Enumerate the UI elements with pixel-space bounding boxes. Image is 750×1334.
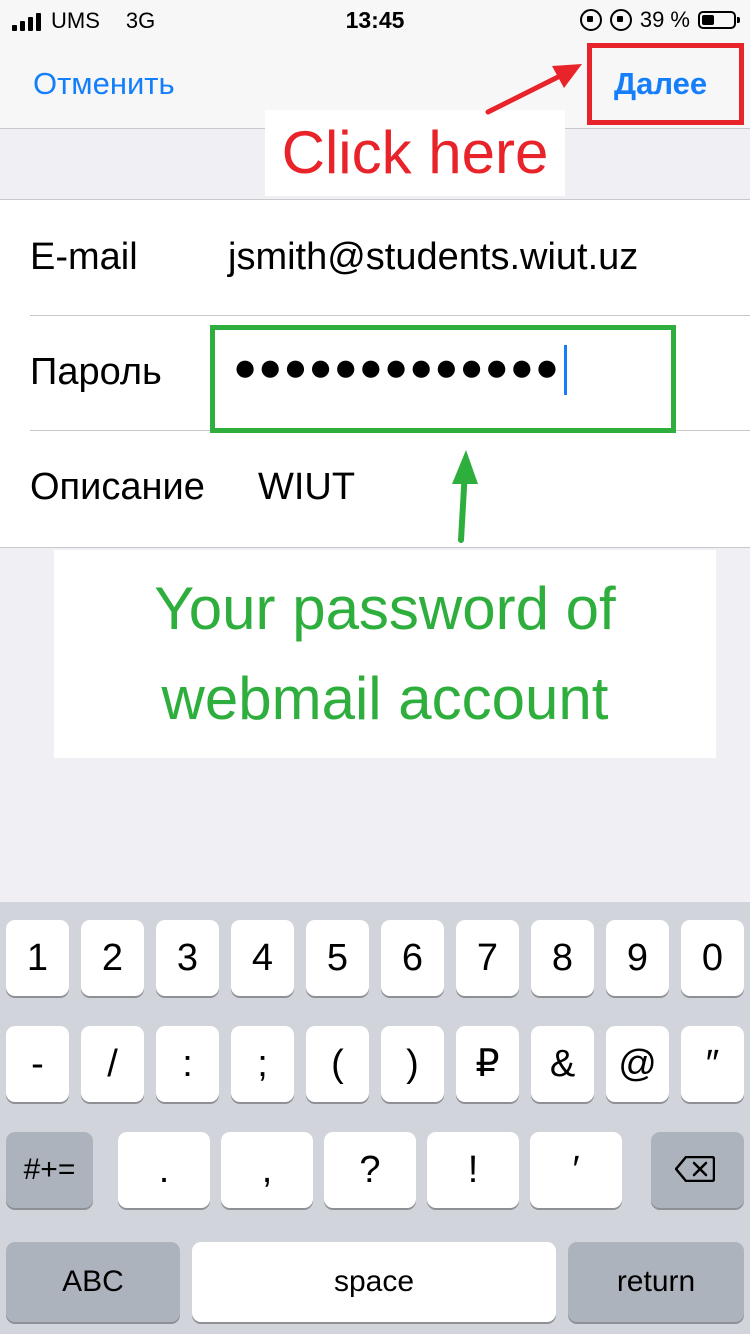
email-row: E-mail jsmith@students.wiut.uz: [30, 200, 750, 316]
cancel-button[interactable]: Отменить: [33, 66, 175, 102]
key-punct-0[interactable]: .: [118, 1132, 210, 1208]
key-symbol-2[interactable]: :: [156, 1026, 219, 1102]
backspace-key[interactable]: [651, 1132, 744, 1208]
password-hint-line2: webmail account: [161, 665, 609, 732]
password-highlight-box: [210, 325, 676, 433]
return-key[interactable]: return: [568, 1242, 744, 1322]
key-digit-0[interactable]: 1: [6, 920, 69, 996]
key-symbol-5[interactable]: ): [381, 1026, 444, 1102]
key-digit-7[interactable]: 8: [531, 920, 594, 996]
password-hint-line1: Your password of: [154, 575, 616, 642]
email-label: E-mail: [30, 236, 138, 278]
key-symbol-4[interactable]: (: [306, 1026, 369, 1102]
key-symbol-3[interactable]: ;: [231, 1026, 294, 1102]
key-digit-4[interactable]: 5: [306, 920, 369, 996]
abc-mode-key[interactable]: ABC: [6, 1242, 180, 1322]
click-here-callout: Click here: [265, 110, 565, 196]
key-punct-3[interactable]: !: [427, 1132, 519, 1208]
key-digit-9[interactable]: 0: [681, 920, 744, 996]
key-symbol-0[interactable]: -: [6, 1026, 69, 1102]
email-field[interactable]: jsmith@students.wiut.uz: [228, 236, 638, 279]
key-digit-1[interactable]: 2: [81, 920, 144, 996]
description-field[interactable]: WIUT: [258, 466, 355, 509]
key-punct-4[interactable]: ′: [530, 1132, 622, 1208]
alarm-icon: [609, 9, 632, 31]
key-symbol-7[interactable]: &: [531, 1026, 594, 1102]
key-digit-6[interactable]: 7: [456, 920, 519, 996]
next-highlight-box: [587, 43, 744, 125]
backspace-icon: [675, 1156, 715, 1182]
key-digit-5[interactable]: 6: [381, 920, 444, 996]
status-right: 39 %: [579, 7, 740, 33]
password-hint-callout: Your password of webmail account: [54, 550, 716, 758]
key-digit-8[interactable]: 9: [606, 920, 669, 996]
description-row: Описание WIUT: [30, 430, 750, 545]
status-bar: UMS 3G 13:45 39 %: [0, 0, 750, 40]
battery-icon: [698, 11, 740, 29]
key-digit-2[interactable]: 3: [156, 920, 219, 996]
key-symbol-8[interactable]: @: [606, 1026, 669, 1102]
key-digit-3[interactable]: 4: [231, 920, 294, 996]
symbols-mode-key[interactable]: #+=: [6, 1132, 93, 1208]
space-key[interactable]: space: [192, 1242, 556, 1322]
battery-fill: [702, 15, 714, 25]
key-symbol-1[interactable]: /: [81, 1026, 144, 1102]
key-symbol-9[interactable]: ″: [681, 1026, 744, 1102]
description-label: Описание: [30, 466, 205, 508]
battery-percent: 39 %: [639, 7, 690, 32]
orientation-lock-icon: [579, 9, 602, 31]
password-label: Пароль: [30, 351, 162, 393]
key-punct-1[interactable]: ,: [221, 1132, 313, 1208]
key-punct-2[interactable]: ?: [324, 1132, 416, 1208]
numeric-keyboard: 1234567890 - /:;() ₽ & @ ″ #+= .,?! ′ ABC spac…: [0, 902, 750, 1334]
key-symbol-6[interactable]: ₽: [456, 1026, 519, 1102]
